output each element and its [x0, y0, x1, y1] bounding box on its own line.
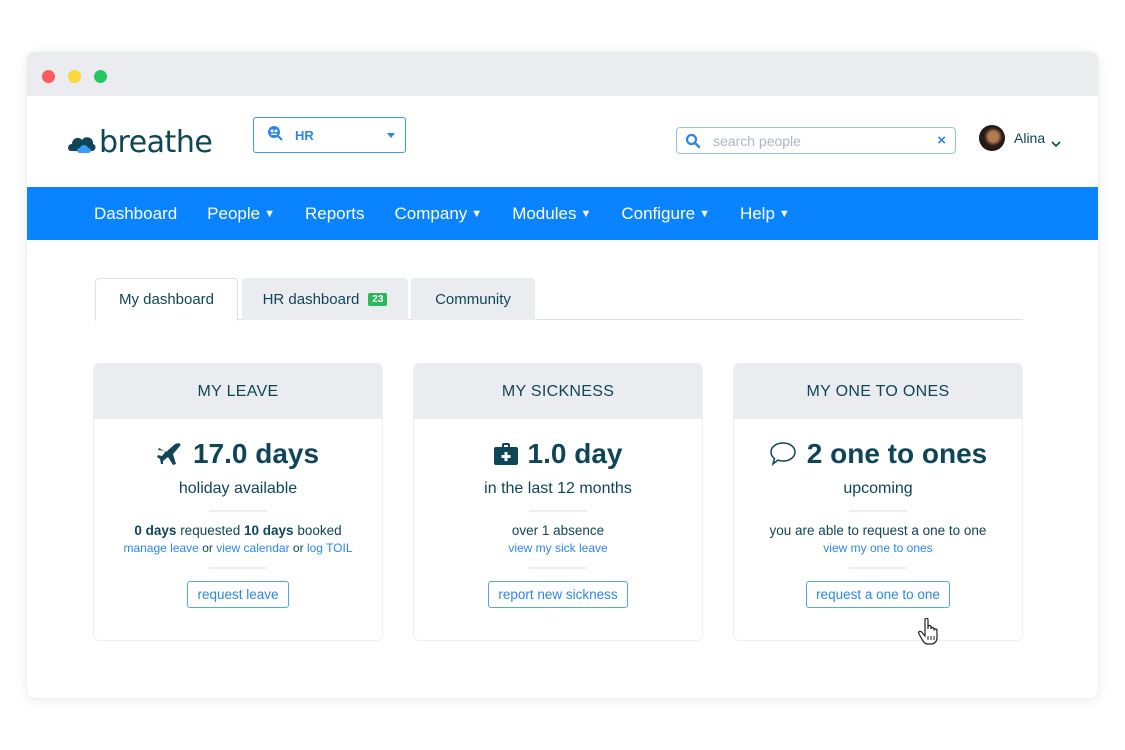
tab-label: Community — [435, 290, 511, 308]
dropdown-triangle-icon: ▼ — [264, 207, 275, 220]
request-one-to-one-button[interactable]: request a one to one — [806, 581, 950, 608]
leave-subtitle: holiday available — [178, 480, 298, 497]
booked-label: booked — [297, 523, 342, 538]
search-icon — [685, 133, 701, 149]
request-leave-button[interactable]: request leave — [187, 581, 289, 608]
tab-hr-dashboard[interactable]: HR dashboard 23 — [242, 278, 408, 320]
booked-value: 10 days — [244, 523, 294, 538]
browser-window: breathe HR search people × Alina Dashboa… — [27, 52, 1098, 698]
divider — [529, 567, 587, 569]
view-sick-leave-link[interactable]: view my sick leave — [508, 541, 607, 555]
tab-label: HR dashboard — [262, 290, 360, 308]
absence-count: over 1 absence — [511, 523, 605, 538]
nav-people[interactable]: People ▼ — [207, 204, 275, 224]
leave-summary: 0 days requested 10 days booked — [94, 523, 382, 538]
requested-value: 0 days — [134, 523, 177, 538]
dropdown-triangle-icon: ▼ — [580, 207, 592, 220]
nav-help[interactable]: Help ▼ — [740, 204, 790, 224]
logo-text: breathe — [99, 125, 213, 160]
sickness-days-value: 1.0 day — [527, 438, 623, 469]
nav-label: People — [207, 203, 261, 223]
leave-days-value: 17.0 days — [192, 438, 320, 469]
leave-links: manage leave or view calendar or log TOI… — [94, 541, 382, 555]
search-people-box: × — [676, 127, 956, 154]
medical-kit-icon — [493, 443, 518, 465]
divider — [849, 510, 907, 512]
context-selector[interactable]: HR — [253, 117, 406, 153]
context-selector-label: HR — [295, 127, 314, 143]
nav-dashboard[interactable]: Dashboard — [94, 204, 177, 224]
card-title: MY SICKNESS — [414, 364, 702, 419]
hand-pointer-cursor-icon — [918, 617, 940, 646]
user-menu[interactable]: Alina — [979, 125, 1061, 151]
nav-label: Dashboard — [94, 203, 178, 223]
nav-label: Help — [739, 203, 775, 223]
divider — [849, 567, 907, 569]
nav-reports[interactable]: Reports — [305, 204, 365, 224]
leave-stat: 17.0 days — [94, 438, 382, 470]
one-to-ones-count: 2 one to ones — [806, 438, 988, 469]
nav-modules[interactable]: Modules ▼ — [512, 204, 591, 224]
log-toil-link[interactable]: log TOIL — [307, 541, 353, 555]
dashboard-tabs: My dashboard HR dashboard 23 Community — [95, 278, 1023, 321]
divider — [209, 567, 267, 569]
speech-bubble-icon — [769, 441, 797, 467]
link-separator: or — [292, 541, 304, 555]
my-leave-card: MY LEAVE 17.0 days holiday available 0 d… — [93, 363, 383, 641]
dropdown-triangle-icon: ▼ — [778, 207, 790, 220]
my-sickness-card: MY SICKNESS 1.0 day in the last 12 month… — [413, 363, 703, 641]
main-navigation: Dashboard People ▼ Reports Company ▼ Modul… — [27, 187, 1098, 240]
dropdown-triangle-icon: ▼ — [471, 207, 483, 220]
people-search-icon — [267, 125, 283, 146]
nav-configure[interactable]: Configure ▼ — [621, 204, 710, 224]
nav-label: Reports — [305, 203, 365, 223]
dropdown-triangle-icon: ▼ — [699, 207, 710, 220]
divider — [529, 510, 587, 512]
nav-company[interactable]: Company ▼ — [395, 204, 483, 224]
divider — [209, 510, 267, 512]
one-to-ones-subtitle: upcoming — [843, 480, 913, 497]
app-header: breathe HR search people × Alina — [27, 96, 1098, 187]
clear-search-icon[interactable]: × — [937, 132, 946, 149]
my-one-to-ones-card: MY ONE TO ONES 2 one to ones upcoming yo… — [733, 363, 1023, 641]
card-title: MY LEAVE — [94, 364, 382, 419]
tab-my-dashboard[interactable]: My dashboard — [95, 278, 238, 321]
sickness-stat: 1.0 day — [414, 438, 702, 470]
search-people-input[interactable] — [713, 132, 913, 149]
user-avatar — [979, 125, 1005, 151]
sickness-links: view my sick leave — [414, 541, 702, 555]
window-minimize-button[interactable] — [68, 70, 81, 83]
nav-label: Configure — [621, 203, 696, 223]
breathe-logo[interactable]: breathe — [67, 125, 213, 160]
cloud-logo-icon — [67, 131, 97, 155]
window-close-button[interactable] — [42, 70, 55, 83]
manage-leave-link[interactable]: manage leave — [123, 541, 198, 555]
view-one-to-ones-link[interactable]: view my one to ones — [823, 541, 932, 555]
tab-label: My dashboard — [118, 291, 215, 308]
view-calendar-link[interactable]: view calendar — [216, 541, 289, 555]
nav-label: Company — [394, 203, 468, 223]
user-name: Alina — [1014, 130, 1046, 146]
tab-community[interactable]: Community — [411, 278, 535, 320]
window-maximize-button[interactable] — [94, 70, 107, 83]
one-to-ones-stat: 2 one to ones — [734, 438, 1022, 470]
sickness-subtitle: in the last 12 months — [484, 480, 632, 497]
window-titlebar — [27, 52, 1098, 96]
notification-count-badge: 23 — [368, 292, 388, 306]
report-new-sickness-button[interactable]: report new sickness — [488, 581, 628, 608]
chevron-down-icon — [1051, 135, 1061, 147]
nav-label: Modules — [512, 203, 577, 223]
card-title: MY ONE TO ONES — [734, 364, 1022, 419]
one-to-ones-detail: you are able to request a one to one — [769, 523, 987, 538]
airplane-icon — [156, 442, 183, 466]
one-to-ones-links: view my one to ones — [734, 541, 1022, 555]
caret-down-icon — [387, 133, 395, 138]
requested-label: requested — [180, 523, 241, 538]
link-separator: or — [202, 541, 213, 555]
